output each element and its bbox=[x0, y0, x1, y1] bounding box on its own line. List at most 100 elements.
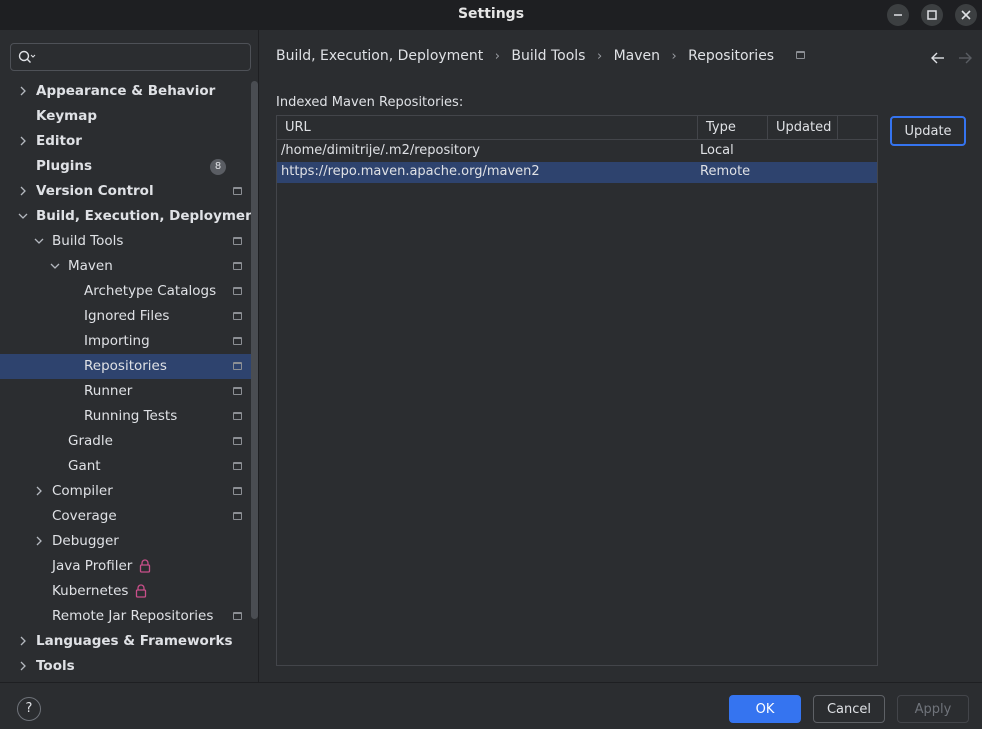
project-scope-icon bbox=[233, 187, 242, 195]
sidebar-item[interactable]: Compiler bbox=[0, 479, 258, 504]
sidebar-item-label: Version Control bbox=[36, 183, 154, 199]
sidebar-item[interactable]: Repositories bbox=[0, 354, 258, 379]
chevron-right-icon[interactable] bbox=[18, 661, 28, 671]
project-scope-icon bbox=[233, 487, 242, 495]
sidebar-item[interactable]: Gant bbox=[0, 454, 258, 479]
project-scope-icon bbox=[233, 312, 242, 320]
project-scope-icon bbox=[233, 262, 242, 270]
table-row[interactable]: /home/dimitrije/.m2/repository Local bbox=[277, 141, 877, 162]
project-scope-icon bbox=[233, 387, 242, 395]
sidebar-item[interactable]: Build, Execution, Deployment bbox=[0, 204, 258, 229]
forward-arrow-icon[interactable] bbox=[957, 50, 973, 66]
breadcrumb-item[interactable]: Build, Execution, Deployment bbox=[276, 48, 483, 64]
sidebar-item-label: Appearance & Behavior bbox=[36, 83, 216, 99]
chevron-down-icon[interactable] bbox=[34, 236, 44, 246]
back-arrow-icon[interactable] bbox=[930, 50, 946, 66]
lock-icon bbox=[139, 559, 151, 573]
ok-button[interactable]: OK bbox=[729, 695, 801, 723]
count-badge: 8 bbox=[210, 159, 226, 175]
sidebar-item[interactable]: Debugger bbox=[0, 529, 258, 554]
breadcrumb-item-current: Repositories bbox=[688, 48, 775, 64]
column-header-updated[interactable]: Updated bbox=[768, 116, 838, 140]
sidebar-item[interactable]: Importing bbox=[0, 329, 258, 354]
column-header-type[interactable]: Type bbox=[698, 116, 768, 140]
row-url: https://repo.maven.apache.org/maven2 bbox=[281, 164, 540, 179]
sidebar-item-label: Maven bbox=[68, 258, 113, 274]
project-scope-icon bbox=[795, 51, 805, 59]
sidebar-scrollbar[interactable] bbox=[251, 81, 258, 619]
project-scope-icon bbox=[233, 362, 242, 370]
sidebar-item[interactable]: Runner bbox=[0, 379, 258, 404]
sidebar-item-label: Running Tests bbox=[84, 408, 178, 424]
sidebar-item[interactable]: Plugins 8 bbox=[0, 154, 258, 179]
sidebar-item[interactable]: Keymap bbox=[0, 104, 258, 129]
chevron-down-icon[interactable] bbox=[50, 261, 60, 271]
sidebar-item[interactable]: Languages & Frameworks bbox=[0, 629, 258, 654]
sidebar-item[interactable]: Archetype Catalogs bbox=[0, 279, 258, 304]
sidebar-item-label: Remote Jar Repositories bbox=[52, 608, 214, 624]
chevron-right-icon[interactable] bbox=[18, 636, 28, 646]
sidebar-item[interactable]: Kubernetes bbox=[0, 579, 258, 604]
column-header-url[interactable]: URL bbox=[277, 116, 698, 140]
apply-button[interactable]: Apply bbox=[897, 695, 969, 723]
repositories-table: URL Type Updated /home/dimitrije/.m2/rep… bbox=[276, 115, 878, 666]
sidebar-item[interactable]: Tools bbox=[0, 654, 258, 679]
sidebar-item-label: Archetype Catalogs bbox=[84, 283, 217, 299]
sidebar-item-label: Compiler bbox=[52, 483, 113, 499]
sidebar-item[interactable]: Version Control bbox=[0, 179, 258, 204]
sidebar-item-label: Keymap bbox=[36, 108, 98, 124]
title-bar: Settings bbox=[0, 0, 982, 30]
chevron-right-icon[interactable] bbox=[18, 86, 28, 96]
sidebar-item[interactable]: Java Profiler bbox=[0, 554, 258, 579]
chevron-right-icon[interactable] bbox=[34, 486, 44, 496]
sidebar-item-label: Debugger bbox=[52, 533, 119, 549]
breadcrumb: Build, Execution, Deployment › Build Too… bbox=[276, 48, 812, 64]
sidebar-item[interactable]: Maven bbox=[0, 254, 258, 279]
sidebar-item[interactable]: Editor bbox=[0, 129, 258, 154]
window-title: Settings bbox=[457, 6, 525, 22]
chevron-right-icon[interactable] bbox=[18, 186, 28, 196]
table-row[interactable]: https://repo.maven.apache.org/maven2 Rem… bbox=[277, 162, 877, 183]
sidebar-item[interactable]: Gradle bbox=[0, 429, 258, 454]
project-scope-icon bbox=[233, 337, 242, 345]
breadcrumb-item[interactable]: Build Tools bbox=[511, 48, 585, 64]
close-button[interactable] bbox=[955, 4, 977, 26]
chevron-down-icon[interactable] bbox=[18, 211, 28, 221]
sidebar-item-label: Build, Execution, Deployment bbox=[36, 208, 259, 224]
breadcrumb-separator: › bbox=[494, 49, 500, 64]
row-type: Local bbox=[700, 143, 734, 158]
sidebar-item-label: Tools bbox=[36, 658, 75, 674]
project-scope-icon bbox=[233, 287, 242, 295]
row-type: Remote bbox=[700, 164, 751, 179]
sidebar-item-label: Coverage bbox=[52, 508, 117, 524]
sidebar-item-label: Kubernetes bbox=[52, 583, 129, 599]
breadcrumb-item[interactable]: Maven bbox=[614, 48, 660, 64]
sidebar-item[interactable]: Running Tests bbox=[0, 404, 258, 429]
project-scope-icon bbox=[233, 412, 242, 420]
sidebar-item[interactable]: Build Tools bbox=[0, 229, 258, 254]
sidebar-item[interactable]: Coverage bbox=[0, 504, 258, 529]
table-header: URL Type Updated bbox=[277, 116, 877, 140]
maximize-button[interactable] bbox=[921, 4, 943, 26]
sidebar-item-label: Gant bbox=[68, 458, 101, 474]
help-button[interactable]: ? bbox=[17, 697, 41, 721]
breadcrumb-separator: › bbox=[596, 49, 603, 64]
cancel-button[interactable]: Cancel bbox=[813, 695, 885, 723]
update-button[interactable]: Update bbox=[890, 116, 966, 146]
row-url: /home/dimitrije/.m2/repository bbox=[281, 143, 480, 158]
chevron-right-icon[interactable] bbox=[18, 136, 28, 146]
search-icon bbox=[18, 50, 36, 63]
maximize-icon bbox=[927, 10, 937, 20]
sidebar-item[interactable]: Remote Jar Repositories bbox=[0, 604, 258, 629]
sidebar-item-label: Runner bbox=[84, 383, 133, 399]
sidebar-item[interactable]: Appearance & Behavior bbox=[0, 79, 258, 104]
sidebar-item-label: Importing bbox=[84, 333, 150, 349]
project-scope-icon bbox=[233, 612, 242, 620]
settings-content: Build, Execution, Deployment › Build Too… bbox=[260, 30, 982, 682]
sidebar-item[interactable]: Ignored Files bbox=[0, 304, 258, 329]
minimize-button[interactable] bbox=[887, 4, 909, 26]
sidebar-item-label: Plugins bbox=[36, 158, 93, 174]
chevron-right-icon[interactable] bbox=[34, 536, 44, 546]
dialog-footer: ? OK Cancel Apply bbox=[0, 682, 982, 729]
search-input[interactable] bbox=[10, 43, 251, 71]
